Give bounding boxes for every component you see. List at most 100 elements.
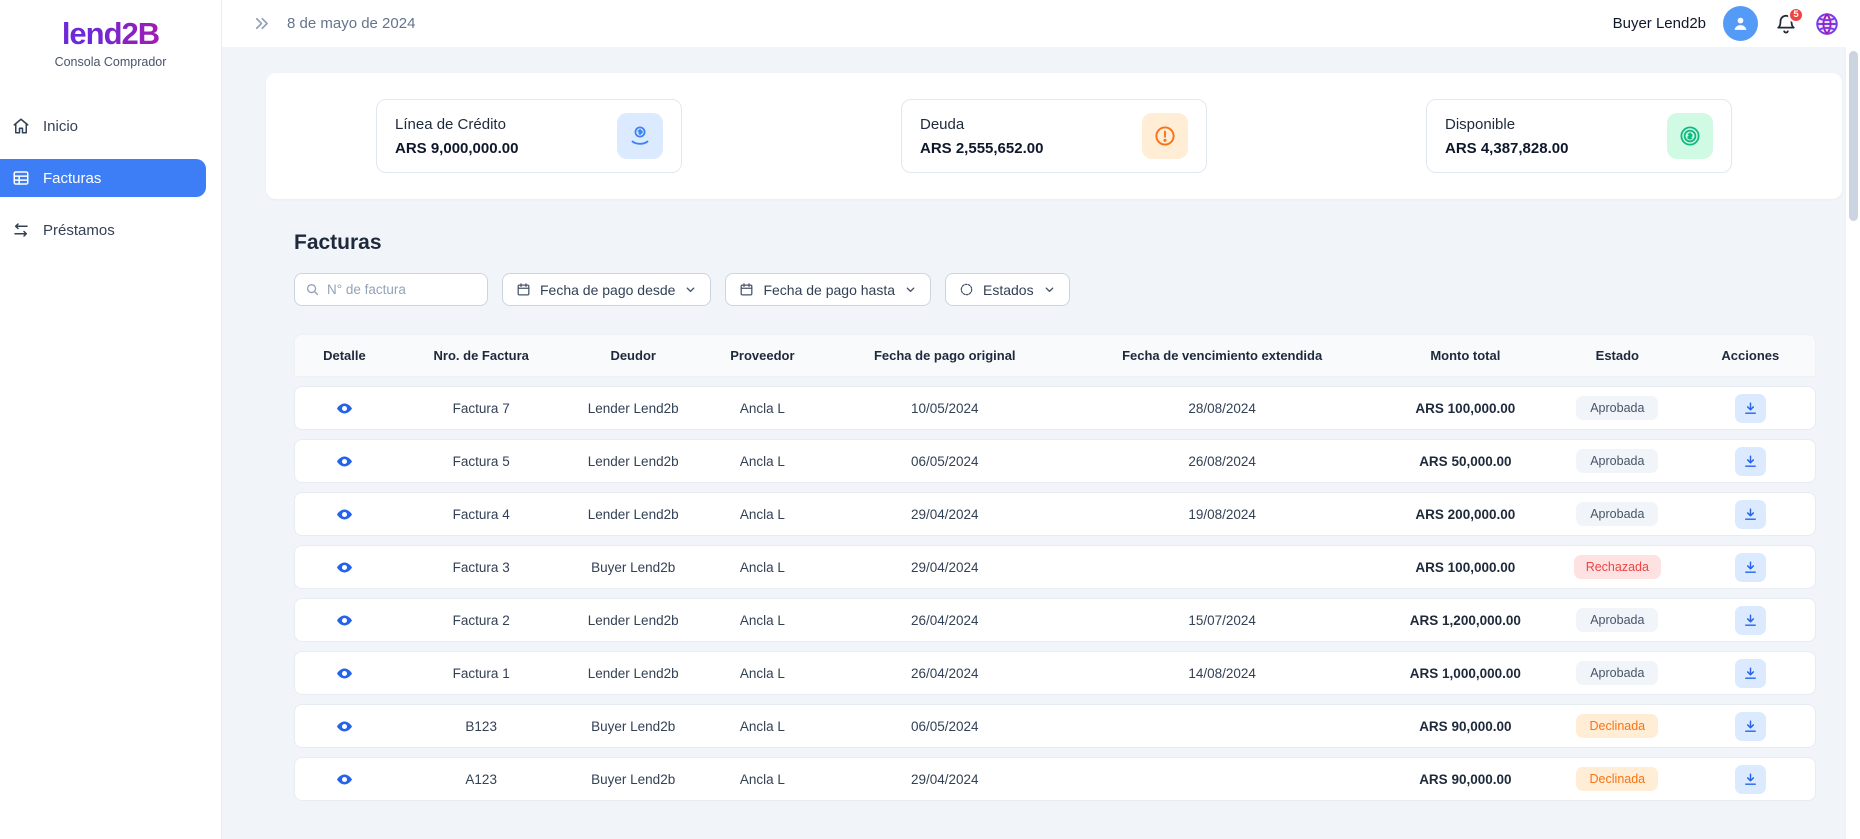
invoice-number: Factura 7 (394, 401, 569, 416)
app-root: lend2B Consola Comprador Inicio Facturas (0, 0, 1860, 839)
credit-line-icon (617, 113, 663, 159)
status-badge: Declinada (1576, 767, 1658, 791)
invoices-table: DetalleNro. de FacturaDeudorProveedorFec… (294, 334, 1816, 801)
download-icon (1743, 401, 1758, 416)
sidebar-item-prestamos[interactable]: Préstamos (0, 211, 221, 249)
invoices-icon (12, 169, 30, 187)
download-button[interactable] (1735, 447, 1766, 476)
view-detail-button[interactable] (333, 503, 356, 526)
page-title: Facturas (294, 231, 1816, 255)
original-pay-date: 06/05/2024 (827, 454, 1063, 469)
total-amount: ARS 50,000.00 (1382, 454, 1549, 469)
status-badge: Aprobada (1576, 502, 1658, 526)
invoice-number: Factura 3 (394, 560, 569, 575)
extended-due-date: 28/08/2024 (1063, 401, 1382, 416)
brand-subtitle: Consola Comprador (8, 55, 213, 69)
chevron-down-icon (1043, 283, 1056, 296)
view-detail-button[interactable] (333, 715, 356, 738)
total-amount: ARS 1,000,000.00 (1382, 666, 1549, 681)
language-globe-icon[interactable] (1814, 11, 1840, 37)
sidebar-item-facturas[interactable]: Facturas (0, 159, 206, 197)
debtor: Buyer Lend2b (569, 772, 698, 787)
original-pay-date: 29/04/2024 (827, 560, 1063, 575)
download-icon (1743, 507, 1758, 522)
original-pay-date: 10/05/2024 (827, 401, 1063, 416)
original-pay-date: 26/04/2024 (827, 613, 1063, 628)
status-badge: Aprobada (1576, 449, 1658, 473)
download-button[interactable] (1735, 606, 1766, 635)
main-area: 8 de mayo de 2024 Buyer Lend2b 5 (222, 0, 1860, 839)
download-icon (1743, 560, 1758, 575)
original-pay-date: 29/04/2024 (827, 772, 1063, 787)
download-icon (1743, 454, 1758, 469)
sidebar-nav: Inicio Facturas Préstamos (0, 107, 221, 249)
column-header: Nro. de Factura (394, 348, 569, 363)
states-filter[interactable]: Estados (945, 273, 1070, 306)
sidebar-item-inicio[interactable]: Inicio (0, 107, 221, 145)
filters-bar: Fecha de pago desde Fecha de pago hasta (294, 273, 1816, 306)
sidebar-item-label: Préstamos (43, 222, 115, 239)
status-badge: Aprobada (1576, 661, 1658, 685)
eye-icon (336, 506, 353, 523)
card-amount: ARS 9,000,000.00 (395, 140, 518, 157)
provider: Ancla L (698, 560, 827, 575)
provider: Ancla L (698, 401, 827, 416)
status-badge: Aprobada (1576, 396, 1658, 420)
view-detail-button[interactable] (333, 450, 356, 473)
scrollbar-thumb[interactable] (1849, 51, 1858, 221)
view-detail-button[interactable] (333, 662, 356, 685)
user-avatar[interactable] (1723, 6, 1758, 41)
eye-icon (336, 400, 353, 417)
date-from-filter[interactable]: Fecha de pago desde (502, 273, 711, 306)
invoice-number: Factura 4 (394, 507, 569, 522)
original-pay-date: 26/04/2024 (827, 666, 1063, 681)
collapse-sidebar-icon[interactable] (252, 14, 271, 33)
sidebar-item-label: Inicio (43, 118, 78, 135)
download-button[interactable] (1735, 553, 1766, 582)
provider: Ancla L (698, 719, 827, 734)
original-pay-date: 06/05/2024 (827, 719, 1063, 734)
total-amount: ARS 100,000.00 (1382, 560, 1549, 575)
summary-panel: Línea de Crédito ARS 9,000,000.00 Deuda … (266, 73, 1842, 199)
column-header: Monto total (1382, 348, 1549, 363)
column-header: Fecha de pago original (827, 348, 1063, 363)
search-input[interactable] (327, 282, 477, 297)
invoice-number: Factura 5 (394, 454, 569, 469)
download-button[interactable] (1735, 712, 1766, 741)
brand: lend2B Consola Comprador (0, 0, 221, 69)
view-detail-button[interactable] (333, 768, 356, 791)
eye-icon (336, 665, 353, 682)
sidebar-item-label: Facturas (43, 170, 101, 187)
table-row: Factura 3Buyer Lend2bAncla L29/04/2024AR… (294, 545, 1816, 589)
invoice-number: A123 (394, 772, 569, 787)
total-amount: ARS 1,200,000.00 (1382, 613, 1549, 628)
table-row: Factura 5Lender Lend2bAncla L06/05/20242… (294, 439, 1816, 483)
total-amount: ARS 90,000.00 (1382, 719, 1549, 734)
eye-icon (336, 771, 353, 788)
filter-label: Fecha de pago hasta (763, 282, 895, 298)
provider: Ancla L (698, 666, 827, 681)
topbar: 8 de mayo de 2024 Buyer Lend2b 5 (222, 0, 1860, 47)
status-clock-icon (959, 282, 974, 297)
extended-due-date: 19/08/2024 (1063, 507, 1382, 522)
invoice-number: Factura 2 (394, 613, 569, 628)
download-button[interactable] (1735, 394, 1766, 423)
download-button[interactable] (1735, 500, 1766, 529)
card-title: Deuda (920, 116, 1043, 133)
chevron-down-icon (904, 283, 917, 296)
download-button[interactable] (1735, 765, 1766, 794)
invoice-number: Factura 1 (394, 666, 569, 681)
view-detail-button[interactable] (333, 556, 356, 579)
download-button[interactable] (1735, 659, 1766, 688)
scrollbar[interactable] (1845, 47, 1860, 839)
debtor: Lender Lend2b (569, 666, 698, 681)
date-to-filter[interactable]: Fecha de pago hasta (725, 273, 931, 306)
notifications-button[interactable]: 5 (1775, 13, 1797, 35)
provider: Ancla L (698, 613, 827, 628)
debtor: Lender Lend2b (569, 507, 698, 522)
total-amount: ARS 200,000.00 (1382, 507, 1549, 522)
total-amount: ARS 100,000.00 (1382, 401, 1549, 416)
view-detail-button[interactable] (333, 397, 356, 420)
view-detail-button[interactable] (333, 609, 356, 632)
column-header: Estado (1549, 348, 1686, 363)
